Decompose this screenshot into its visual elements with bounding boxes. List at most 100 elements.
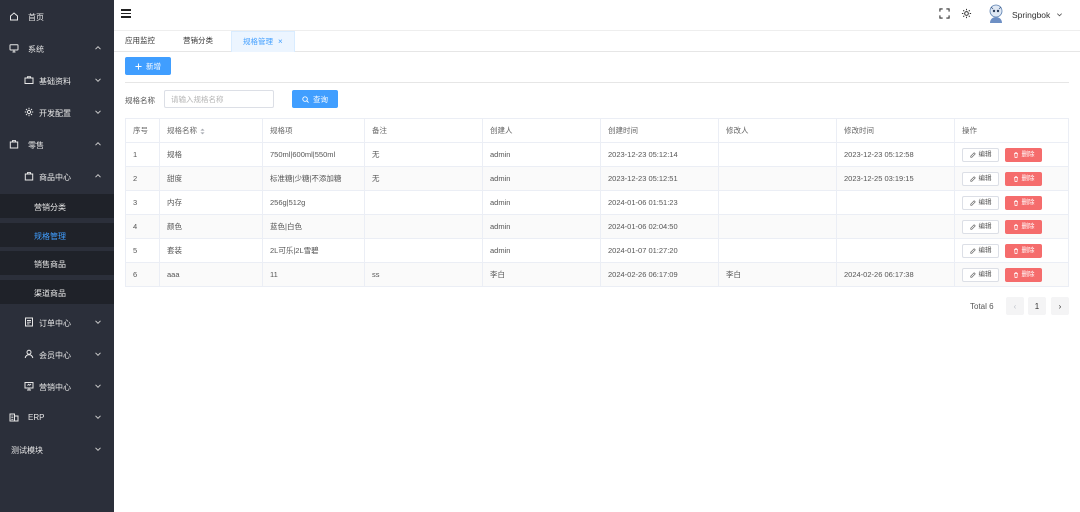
column-header[interactable]: 规格名称: [160, 119, 263, 142]
sidebar-item-3[interactable]: 开发配置: [0, 100, 114, 124]
sidebar-item-14[interactable]: 测试模块: [0, 437, 114, 461]
divider: [125, 82, 1069, 83]
add-button[interactable]: 新增: [125, 57, 171, 75]
sidebar-item-label: 开发配置: [39, 109, 71, 118]
table-row: 1 规格 750ml|600ml|550ml 无 admin 2023-12-23 05:…: [126, 143, 1068, 167]
search-label: 规格名称: [125, 96, 155, 105]
table-cell-actions: 编辑 删除: [955, 215, 1070, 238]
edit-button[interactable]: 编辑: [962, 220, 999, 234]
sidebar-item-11[interactable]: 会员中心: [0, 342, 114, 366]
column-header-label: 备注: [372, 126, 387, 135]
table-row: 4 颜色 蓝色|白色 admin 2024-01-06 02:04:50 编辑 删除: [126, 215, 1068, 239]
chevron-down-icon: [95, 415, 101, 420]
sidebar-item-label: 订单中心: [39, 319, 71, 328]
edit-button[interactable]: 编辑: [962, 244, 999, 258]
sidebar-item-8[interactable]: 销售商品: [0, 251, 114, 275]
sidebar-item-6[interactable]: 营销分类: [0, 194, 114, 218]
present-icon: [24, 382, 34, 391]
table-cell: admin: [483, 191, 601, 214]
sidebar-item-label: 会员中心: [39, 351, 71, 360]
table-row: 6 aaa 11 ss 李白 2024-02-26 06:17:09 李白 2024-02-2…: [126, 263, 1068, 287]
delete-button[interactable]: 删除: [1005, 172, 1042, 186]
gear-icon[interactable]: [961, 8, 972, 19]
sidebar-item-10[interactable]: 订单中心: [0, 310, 114, 334]
edit-button[interactable]: 编辑: [962, 268, 999, 282]
search-input[interactable]: [164, 90, 274, 108]
tab-label: 营销分类: [183, 36, 213, 45]
sidebar-item-label: 系统: [28, 45, 44, 54]
table-cell: [837, 239, 955, 262]
page-number-button[interactable]: 1: [1028, 297, 1046, 315]
table-cell-actions: 编辑 删除: [955, 263, 1070, 286]
tab-spec-management[interactable]: 规格管理 ×: [231, 31, 295, 52]
column-header-label: 修改人: [726, 126, 749, 135]
username[interactable]: Springbok: [1012, 10, 1050, 20]
edit-button-label: 编辑: [978, 270, 992, 278]
table-cell: [365, 215, 483, 238]
table-cell: 2024-01-07 01:27:20: [601, 239, 719, 262]
sidebar-item-0[interactable]: 首页: [0, 4, 114, 28]
delete-button[interactable]: 删除: [1005, 220, 1042, 234]
sort-icon[interactable]: [200, 128, 205, 135]
table-cell-actions: 编辑 删除: [955, 191, 1070, 214]
table-cell-actions: 编辑 删除: [955, 239, 1070, 262]
edit-button[interactable]: 编辑: [962, 196, 999, 210]
sidebar-item-1[interactable]: 系统: [0, 36, 114, 60]
table-cell: admin: [483, 167, 601, 190]
home-icon: [10, 12, 18, 21]
table-row: 3 内存 256g|512g admin 2024-01-06 01:51:23 编辑 删除: [126, 191, 1068, 215]
tab-bar: 应用监控 营销分类 规格管理 ×: [114, 30, 1080, 52]
next-page-button[interactable]: ›: [1051, 297, 1069, 315]
add-button-label: 新增: [146, 61, 161, 71]
query-button-label: 查询: [313, 94, 328, 104]
table-cell: 2023-12-23 05:12:14: [601, 143, 719, 166]
table-cell: 2023-12-25 03:19:15: [837, 167, 955, 190]
sidebar-item-13[interactable]: ERP: [0, 405, 114, 429]
sidebar-item-2[interactable]: 基础资料: [0, 68, 114, 92]
sidebar-item-9[interactable]: 渠道商品: [0, 280, 114, 304]
sidebar-item-5[interactable]: 商品中心: [0, 164, 114, 188]
prev-page-button[interactable]: ‹: [1006, 297, 1024, 315]
table-cell: 11: [263, 263, 365, 286]
sidebar-item-4[interactable]: 零售: [0, 132, 114, 156]
query-button[interactable]: 查询: [292, 90, 338, 108]
avatar[interactable]: [987, 4, 1005, 24]
delete-button[interactable]: 删除: [1005, 268, 1042, 282]
sidebar-item-label: 销售商品: [34, 260, 66, 269]
edit-button-label: 编辑: [978, 174, 992, 182]
close-icon[interactable]: ×: [278, 32, 283, 52]
hamburger-icon[interactable]: [121, 9, 131, 18]
edit-button[interactable]: 编辑: [962, 148, 999, 162]
edit-icon: [969, 176, 976, 182]
chevron-down-icon: [95, 110, 101, 115]
sidebar-item-7[interactable]: 规格管理: [0, 223, 114, 247]
fullscreen-icon[interactable]: [939, 8, 950, 19]
chevron-down-icon: [95, 447, 101, 452]
trash-icon: [1013, 176, 1018, 182]
chevron-down-icon[interactable]: [1056, 11, 1063, 18]
column-header: 规格项: [263, 119, 365, 142]
table-cell: aaa: [160, 263, 263, 286]
delete-button[interactable]: 删除: [1005, 196, 1042, 210]
tab-marketing-category[interactable]: 营销分类: [172, 31, 224, 52]
table-cell: 李白: [719, 263, 837, 286]
table-cell: 1: [126, 143, 160, 166]
table-cell: 甜度: [160, 167, 263, 190]
tab-app-monitor[interactable]: 应用监控: [114, 31, 166, 52]
table-cell: 2023-12-23 05:12:58: [837, 143, 955, 166]
delete-button[interactable]: 删除: [1005, 244, 1042, 258]
sidebar-item-12[interactable]: 营销中心: [0, 374, 114, 398]
column-header: 备注: [365, 119, 483, 142]
spec-table: 序号 规格名称 规格项 备注 创建人 创建时间 修改人 修改时间 操作 1 规格 750ml|600…: [125, 118, 1069, 287]
delete-button-label: 删除: [1021, 174, 1035, 182]
table-cell: 无: [365, 167, 483, 190]
column-header-label: 创建时间: [608, 126, 638, 135]
edit-button[interactable]: 编辑: [962, 172, 999, 186]
column-header: 操作: [955, 119, 1070, 142]
delete-button[interactable]: 删除: [1005, 148, 1042, 162]
trash-icon: [1013, 152, 1018, 158]
table-cell: admin: [483, 143, 601, 166]
table-cell: 2023-12-23 05:12:51: [601, 167, 719, 190]
column-header: 创建人: [483, 119, 601, 142]
column-header: 修改人: [719, 119, 837, 142]
